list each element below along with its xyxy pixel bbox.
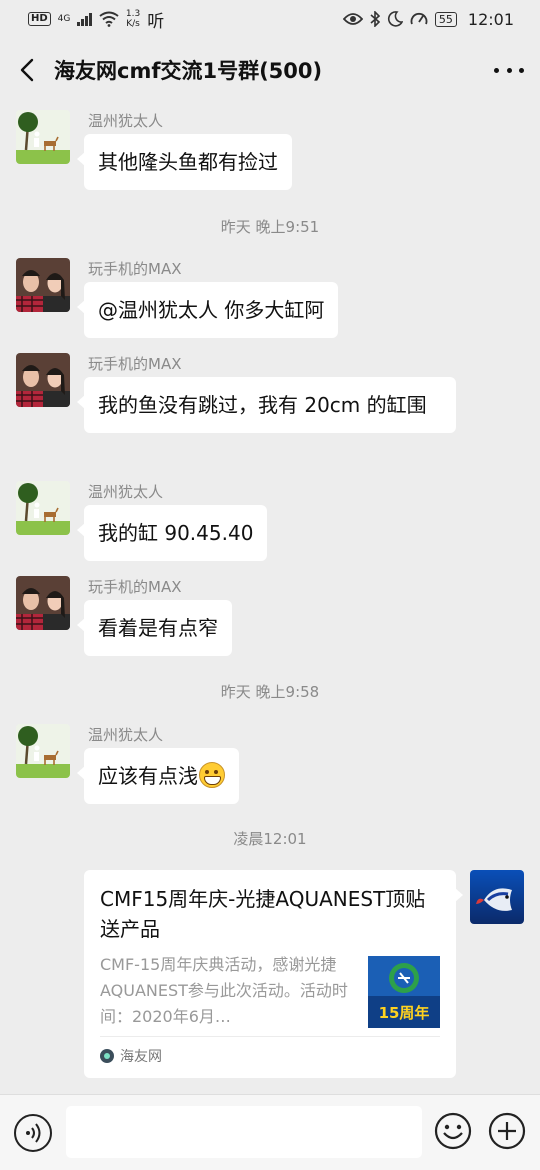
avatar-max[interactable] bbox=[16, 576, 70, 630]
chat-title: 海友网cmf交流1号群(500) bbox=[54, 59, 323, 83]
grin-emoji-icon bbox=[199, 762, 225, 788]
smile-icon bbox=[434, 1112, 472, 1150]
source-icon bbox=[100, 1049, 114, 1063]
speed-value: 1.3 bbox=[125, 9, 141, 19]
message-bubble[interactable]: 其他隆头鱼都有捡过 bbox=[77, 134, 292, 190]
my-avatar[interactable] bbox=[470, 870, 524, 924]
message-bubble[interactable]: @温州犹太人 你多大缸阿 bbox=[76, 282, 339, 338]
avatar-wenzhou[interactable] bbox=[16, 110, 70, 164]
input-bar bbox=[0, 1094, 540, 1170]
sender-name: 温州犹太人 bbox=[88, 112, 164, 130]
moon-icon bbox=[387, 11, 403, 27]
message-bubble[interactable]: 我的缸 90.45.40 bbox=[76, 505, 268, 561]
avatar-wenzhou[interactable] bbox=[16, 724, 70, 778]
wifi-icon bbox=[99, 11, 119, 27]
thumbnail-label: 15周年 bbox=[378, 1004, 430, 1022]
sender-name: 玩手机的MAX bbox=[88, 355, 182, 373]
message-input[interactable] bbox=[66, 1106, 422, 1158]
message-text: 应该有点浅 bbox=[98, 764, 198, 788]
timestamp: 昨天 晚上9:58 bbox=[220, 683, 320, 701]
sender-name: 玩手机的MAX bbox=[88, 260, 182, 278]
avatar-max[interactable] bbox=[16, 353, 70, 407]
link-card[interactable]: CMF15周年庆-光捷AQUANEST顶贴送产品 CMF-15周年庆典活动，感谢… bbox=[84, 870, 463, 1078]
voice-input-button[interactable] bbox=[14, 1114, 52, 1152]
timestamp: 昨天 晚上9:51 bbox=[220, 218, 320, 236]
bluetooth-icon bbox=[370, 11, 380, 27]
speedometer-icon bbox=[410, 12, 428, 25]
more-functions-button[interactable] bbox=[488, 1112, 526, 1150]
hd-indicator: HD bbox=[28, 12, 51, 26]
eye-icon bbox=[342, 13, 363, 25]
avatar-max[interactable] bbox=[16, 258, 70, 312]
link-card-thumbnail: 15周年 bbox=[368, 956, 440, 1028]
avatar-wenzhou[interactable] bbox=[16, 481, 70, 535]
battery-icon: 55 bbox=[434, 11, 457, 27]
speed-unit: K/s bbox=[126, 19, 140, 29]
status-left: HD 4G 1.3 K/s 听 bbox=[28, 7, 164, 32]
timestamp: 凌晨12:01 bbox=[233, 830, 307, 848]
signal-icon bbox=[77, 12, 92, 26]
plus-icon bbox=[488, 1112, 526, 1150]
status-right: 55 12:01 bbox=[342, 9, 514, 29]
back-arrow-icon[interactable] bbox=[16, 58, 40, 82]
voice-icon bbox=[26, 1123, 41, 1143]
status-bar: HD 4G 1.3 K/s 听 55 12:01 bbox=[0, 0, 540, 38]
sender-name: 玩手机的MAX bbox=[88, 578, 182, 596]
sender-name: 温州犹太人 bbox=[88, 483, 164, 501]
message-bubble[interactable]: 应该有点浅 bbox=[77, 748, 239, 804]
listen-indicator: 听 bbox=[147, 11, 165, 32]
network-speed: 1.3 K/s bbox=[126, 9, 140, 29]
clock: 12:01 bbox=[467, 9, 514, 29]
link-card-title: CMF15周年庆-光捷AQUANEST顶贴送产品 bbox=[100, 887, 426, 941]
link-card-description: CMF-15周年庆典活动，感谢光捷AQUANEST参与此次活动。活动时间：202… bbox=[100, 955, 348, 1026]
link-card-footer: 海友网 bbox=[100, 1036, 440, 1066]
message-bubble[interactable]: 看着是有点窄 bbox=[77, 600, 232, 656]
link-card-body: CMF-15周年庆典活动，感谢光捷AQUANEST参与此次活动。活动时间：202… bbox=[100, 952, 440, 1030]
emoji-button[interactable] bbox=[434, 1112, 472, 1150]
more-options-icon[interactable] bbox=[494, 58, 524, 82]
sender-name: 温州犹太人 bbox=[88, 726, 164, 744]
network-type: 4G bbox=[57, 14, 71, 24]
message-bubble[interactable]: 我的鱼没有跳过，我有 20cm 的缸围 bbox=[77, 377, 456, 433]
chat-header: 海友网cmf交流1号群(500) bbox=[0, 38, 540, 102]
link-card-source: 海友网 bbox=[120, 1049, 162, 1065]
